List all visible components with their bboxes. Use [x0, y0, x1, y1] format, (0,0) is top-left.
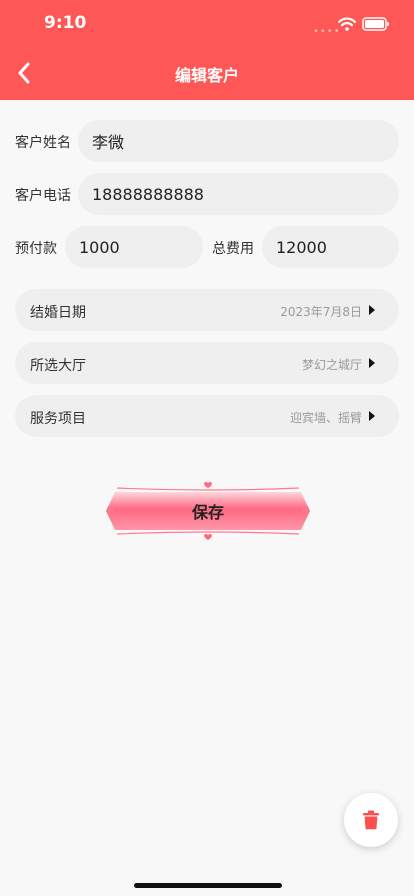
deposit-label: 预付款	[15, 241, 57, 257]
wedding-date-value: 2023年7月8日	[280, 305, 362, 319]
name-label: 客户姓名	[15, 135, 71, 151]
wedding-date-label: 结婚日期	[30, 305, 86, 321]
phone-label: 客户电话	[15, 188, 71, 204]
battery-icon	[362, 16, 390, 35]
hall-value: 梦幻之城厅	[301, 358, 362, 372]
signal-dots: ••••	[313, 26, 341, 37]
hall-select[interactable]: 所选大厅 梦幻之城厅	[15, 342, 399, 384]
status-time: 9:10	[44, 13, 87, 33]
app-header: 9:10 •••• 编辑客户	[0, 0, 414, 100]
caret-right-icon	[369, 411, 375, 421]
wedding-date-select[interactable]: 结婚日期 2023年7月8日	[15, 289, 399, 331]
delete-button[interactable]	[344, 793, 398, 847]
home-indicator	[134, 883, 282, 888]
services-label: 服务项目	[30, 411, 86, 427]
total-field[interactable]	[262, 226, 399, 268]
deposit-field[interactable]	[65, 226, 203, 268]
trash-icon	[363, 810, 379, 830]
hall-label: 所选大厅	[30, 358, 86, 374]
services-select[interactable]: 服务项目 迎宾墙、摇臂	[15, 395, 399, 437]
name-field[interactable]	[78, 120, 399, 162]
caret-right-icon	[369, 305, 375, 315]
total-label: 总费用	[212, 241, 254, 257]
save-button[interactable]: 保存	[103, 481, 313, 540]
wifi-icon	[337, 16, 357, 35]
caret-right-icon	[369, 358, 375, 368]
phone-field[interactable]	[78, 173, 399, 215]
page-title: 编辑客户	[174, 66, 239, 85]
save-label: 保存	[191, 503, 224, 522]
services-value: 迎宾墙、摇臂	[289, 411, 362, 425]
